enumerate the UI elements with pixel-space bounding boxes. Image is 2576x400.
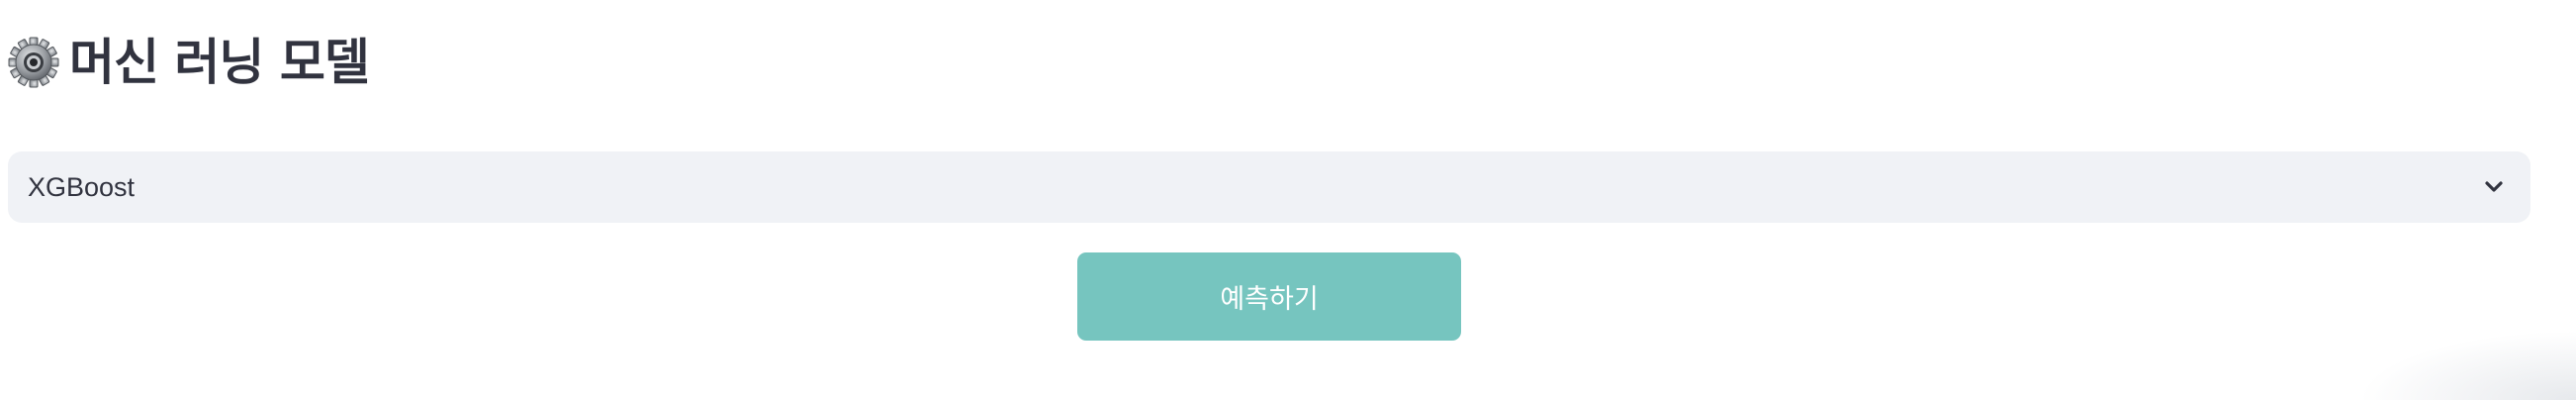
page-header: 머신 러닝 모델	[8, 28, 370, 97]
chevron-down-icon[interactable]	[2481, 174, 2507, 200]
predict-button[interactable]: 예측하기	[1077, 252, 1461, 341]
gear-icon	[8, 37, 59, 88]
model-select[interactable]: XGBoost	[8, 151, 2530, 223]
page-title: 머신 러닝 모델	[69, 34, 370, 91]
model-select-value: XGBoost	[28, 171, 136, 202]
corner-shadow	[2358, 331, 2576, 400]
